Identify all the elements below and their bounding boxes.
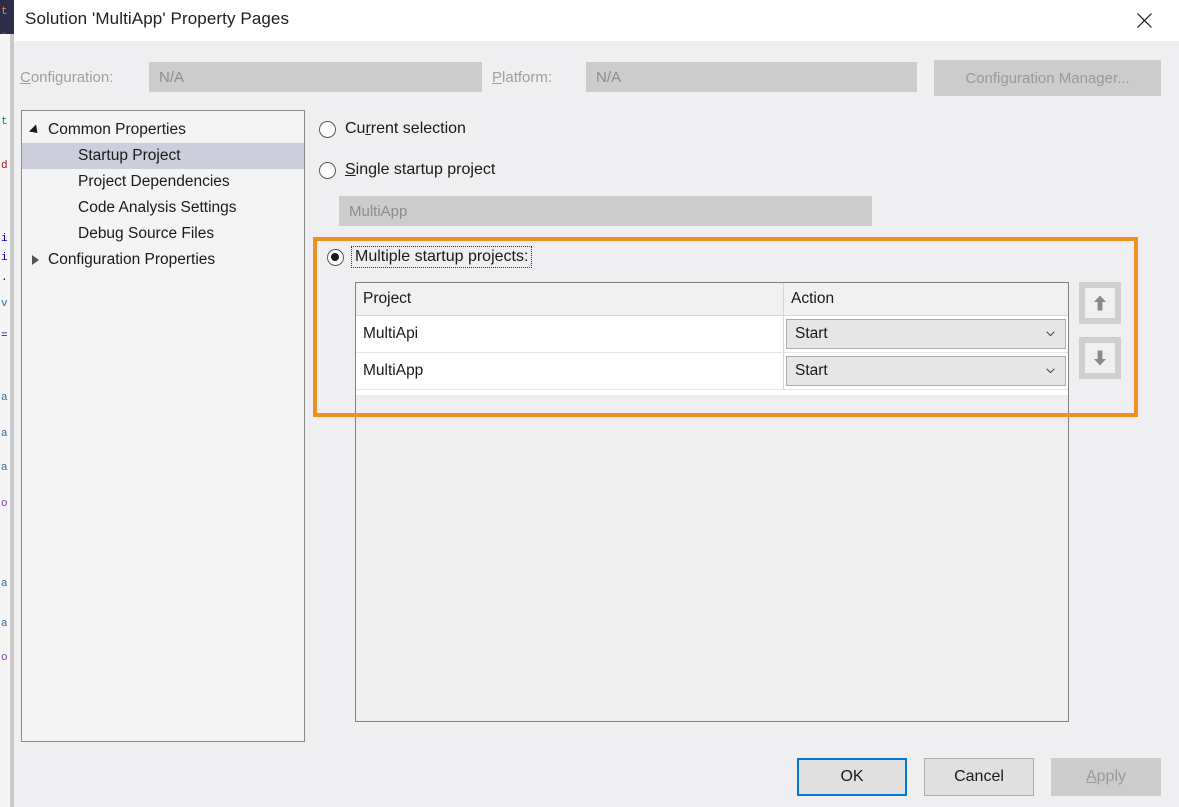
radio-multiple-startup-projects[interactable]: Multiple startup projects: bbox=[327, 246, 533, 268]
radio-circle-current-selection bbox=[319, 120, 336, 138]
arrow-up-icon bbox=[1094, 295, 1106, 311]
background-code-line: a bbox=[1, 462, 8, 474]
background-code-line: v bbox=[1, 298, 8, 310]
move-up-button-inner bbox=[1085, 288, 1115, 318]
cell-action: Start bbox=[784, 316, 1068, 352]
property-pages-dialog: Solution 'MultiApp' Property Pages ? Con… bbox=[14, 0, 1179, 807]
background-code-line: i bbox=[1, 252, 8, 264]
configuration-bar: Configuration: N/A Platform: N/A Configu… bbox=[14, 41, 1179, 109]
background-code-line: a bbox=[1, 392, 8, 404]
action-select[interactable]: Start bbox=[786, 356, 1066, 386]
move-up-button[interactable] bbox=[1079, 282, 1121, 324]
background-code-line: a bbox=[1, 428, 8, 440]
move-down-button-inner bbox=[1085, 343, 1115, 373]
configuration-select[interactable]: N/A bbox=[149, 62, 482, 92]
background-code-line: = bbox=[1, 330, 8, 342]
cell-project-name: MultiApp bbox=[356, 353, 784, 389]
background-code-line: t bbox=[1, 6, 8, 18]
tree-item-code-analysis-settings[interactable]: Code Analysis Settings bbox=[22, 195, 304, 221]
grid-header-row: Project Action bbox=[356, 283, 1068, 316]
background-code-line: o bbox=[1, 652, 8, 664]
radio-circle-single-startup bbox=[319, 161, 336, 179]
chevron-down-icon bbox=[1046, 331, 1055, 337]
radio-label-multiple-startup: Multiple startup projects: bbox=[350, 246, 533, 268]
background-code-line: . bbox=[1, 272, 8, 284]
expander-collapse-icon[interactable] bbox=[22, 123, 48, 137]
dialog-button-bar: OK Cancel Apply bbox=[14, 747, 1179, 807]
startup-project-pane: Current selection Single startup project… bbox=[305, 104, 1179, 744]
tree-item-label: Configuration Properties bbox=[48, 251, 216, 268]
tree-item-startup-project[interactable]: Startup Project bbox=[22, 143, 304, 169]
ok-button[interactable]: OK bbox=[797, 758, 907, 796]
cell-project-name: MultiApi bbox=[356, 316, 784, 352]
platform-select[interactable]: N/A bbox=[586, 62, 917, 92]
radio-circle-multiple-startup bbox=[327, 248, 344, 266]
radio-label-single-startup: Single startup project bbox=[345, 161, 496, 178]
platform-label: Platform: bbox=[492, 69, 553, 86]
action-value: Start bbox=[795, 325, 828, 342]
radio-current-selection[interactable]: Current selection bbox=[319, 120, 466, 138]
cancel-button-label: Cancel bbox=[954, 768, 1004, 785]
tree-item-common-properties[interactable]: Common Properties bbox=[22, 117, 304, 143]
background-code-line: d bbox=[1, 160, 8, 172]
tree-item-label: Common Properties bbox=[48, 121, 186, 138]
expander-expand-icon[interactable] bbox=[22, 255, 48, 265]
single-startup-project-value: MultiApp bbox=[349, 202, 408, 220]
radio-label-current-selection: Current selection bbox=[345, 120, 466, 137]
action-select[interactable]: Start bbox=[786, 319, 1066, 349]
configuration-manager-label: Configuration Manager... bbox=[965, 69, 1130, 87]
configuration-label: Configuration: bbox=[20, 69, 114, 86]
background-code-line: o bbox=[1, 498, 8, 510]
platform-value: N/A bbox=[596, 68, 622, 86]
single-startup-project-select[interactable]: MultiApp bbox=[339, 196, 872, 226]
tree-item-project-dependencies[interactable]: Project Dependencies bbox=[22, 169, 304, 195]
close-button[interactable] bbox=[1121, 0, 1167, 41]
dialog-title: Solution 'MultiApp' Property Pages bbox=[25, 9, 290, 28]
platform-label-text: latform: bbox=[502, 69, 553, 86]
triangle-down-icon bbox=[28, 123, 42, 137]
background-code-line: - bbox=[1, 28, 8, 40]
grid-row[interactable]: MultiApp Start bbox=[356, 353, 1068, 390]
tree-item-label: Code Analysis Settings bbox=[78, 199, 237, 216]
tree-item-debug-source-files[interactable]: Debug Source Files bbox=[22, 221, 304, 247]
tree-item-configuration-properties[interactable]: Configuration Properties bbox=[22, 247, 304, 273]
background-code-line: t bbox=[1, 116, 8, 128]
action-value: Start bbox=[795, 362, 828, 379]
tree-item-label: Debug Source Files bbox=[78, 225, 215, 242]
arrow-down-icon bbox=[1094, 350, 1106, 366]
tree-item-label: Project Dependencies bbox=[78, 173, 230, 190]
close-icon bbox=[1136, 13, 1152, 28]
startup-projects-grid[interactable]: Project Action MultiApi Start MultiApp Star… bbox=[355, 282, 1069, 722]
background-code-line: a bbox=[1, 578, 8, 590]
grid-filler bbox=[356, 390, 1068, 395]
cancel-button[interactable]: Cancel bbox=[924, 758, 1034, 796]
background-code-line: a bbox=[1, 618, 8, 630]
chevron-down-icon bbox=[1046, 368, 1055, 374]
ok-button-label: OK bbox=[840, 768, 864, 785]
column-header-action[interactable]: Action bbox=[784, 283, 1068, 315]
radio-single-startup-project[interactable]: Single startup project bbox=[319, 161, 495, 179]
apply-button: Apply bbox=[1051, 758, 1161, 796]
background-editor-sliver: t - t d i i . v = a a a o a a o bbox=[0, 0, 14, 807]
configuration-label-text: onfiguration: bbox=[30, 69, 114, 86]
apply-button-label: Apply bbox=[1085, 768, 1127, 785]
grid-body: MultiApi Start MultiApp Start bbox=[356, 316, 1068, 390]
properties-tree[interactable]: Common Properties Startup Project Project … bbox=[21, 110, 305, 742]
configuration-value: N/A bbox=[159, 68, 185, 86]
background-code-line: i bbox=[1, 233, 8, 245]
dialog-titlebar: Solution 'MultiApp' Property Pages ? bbox=[14, 0, 1179, 41]
configuration-manager-button[interactable]: Configuration Manager... bbox=[934, 60, 1161, 96]
cell-action: Start bbox=[784, 353, 1068, 389]
tree-item-label: Startup Project bbox=[78, 147, 181, 164]
grid-row[interactable]: MultiApi Start bbox=[356, 316, 1068, 353]
triangle-right-icon bbox=[31, 255, 39, 265]
column-header-project[interactable]: Project bbox=[356, 283, 784, 315]
move-down-button[interactable] bbox=[1079, 337, 1121, 379]
